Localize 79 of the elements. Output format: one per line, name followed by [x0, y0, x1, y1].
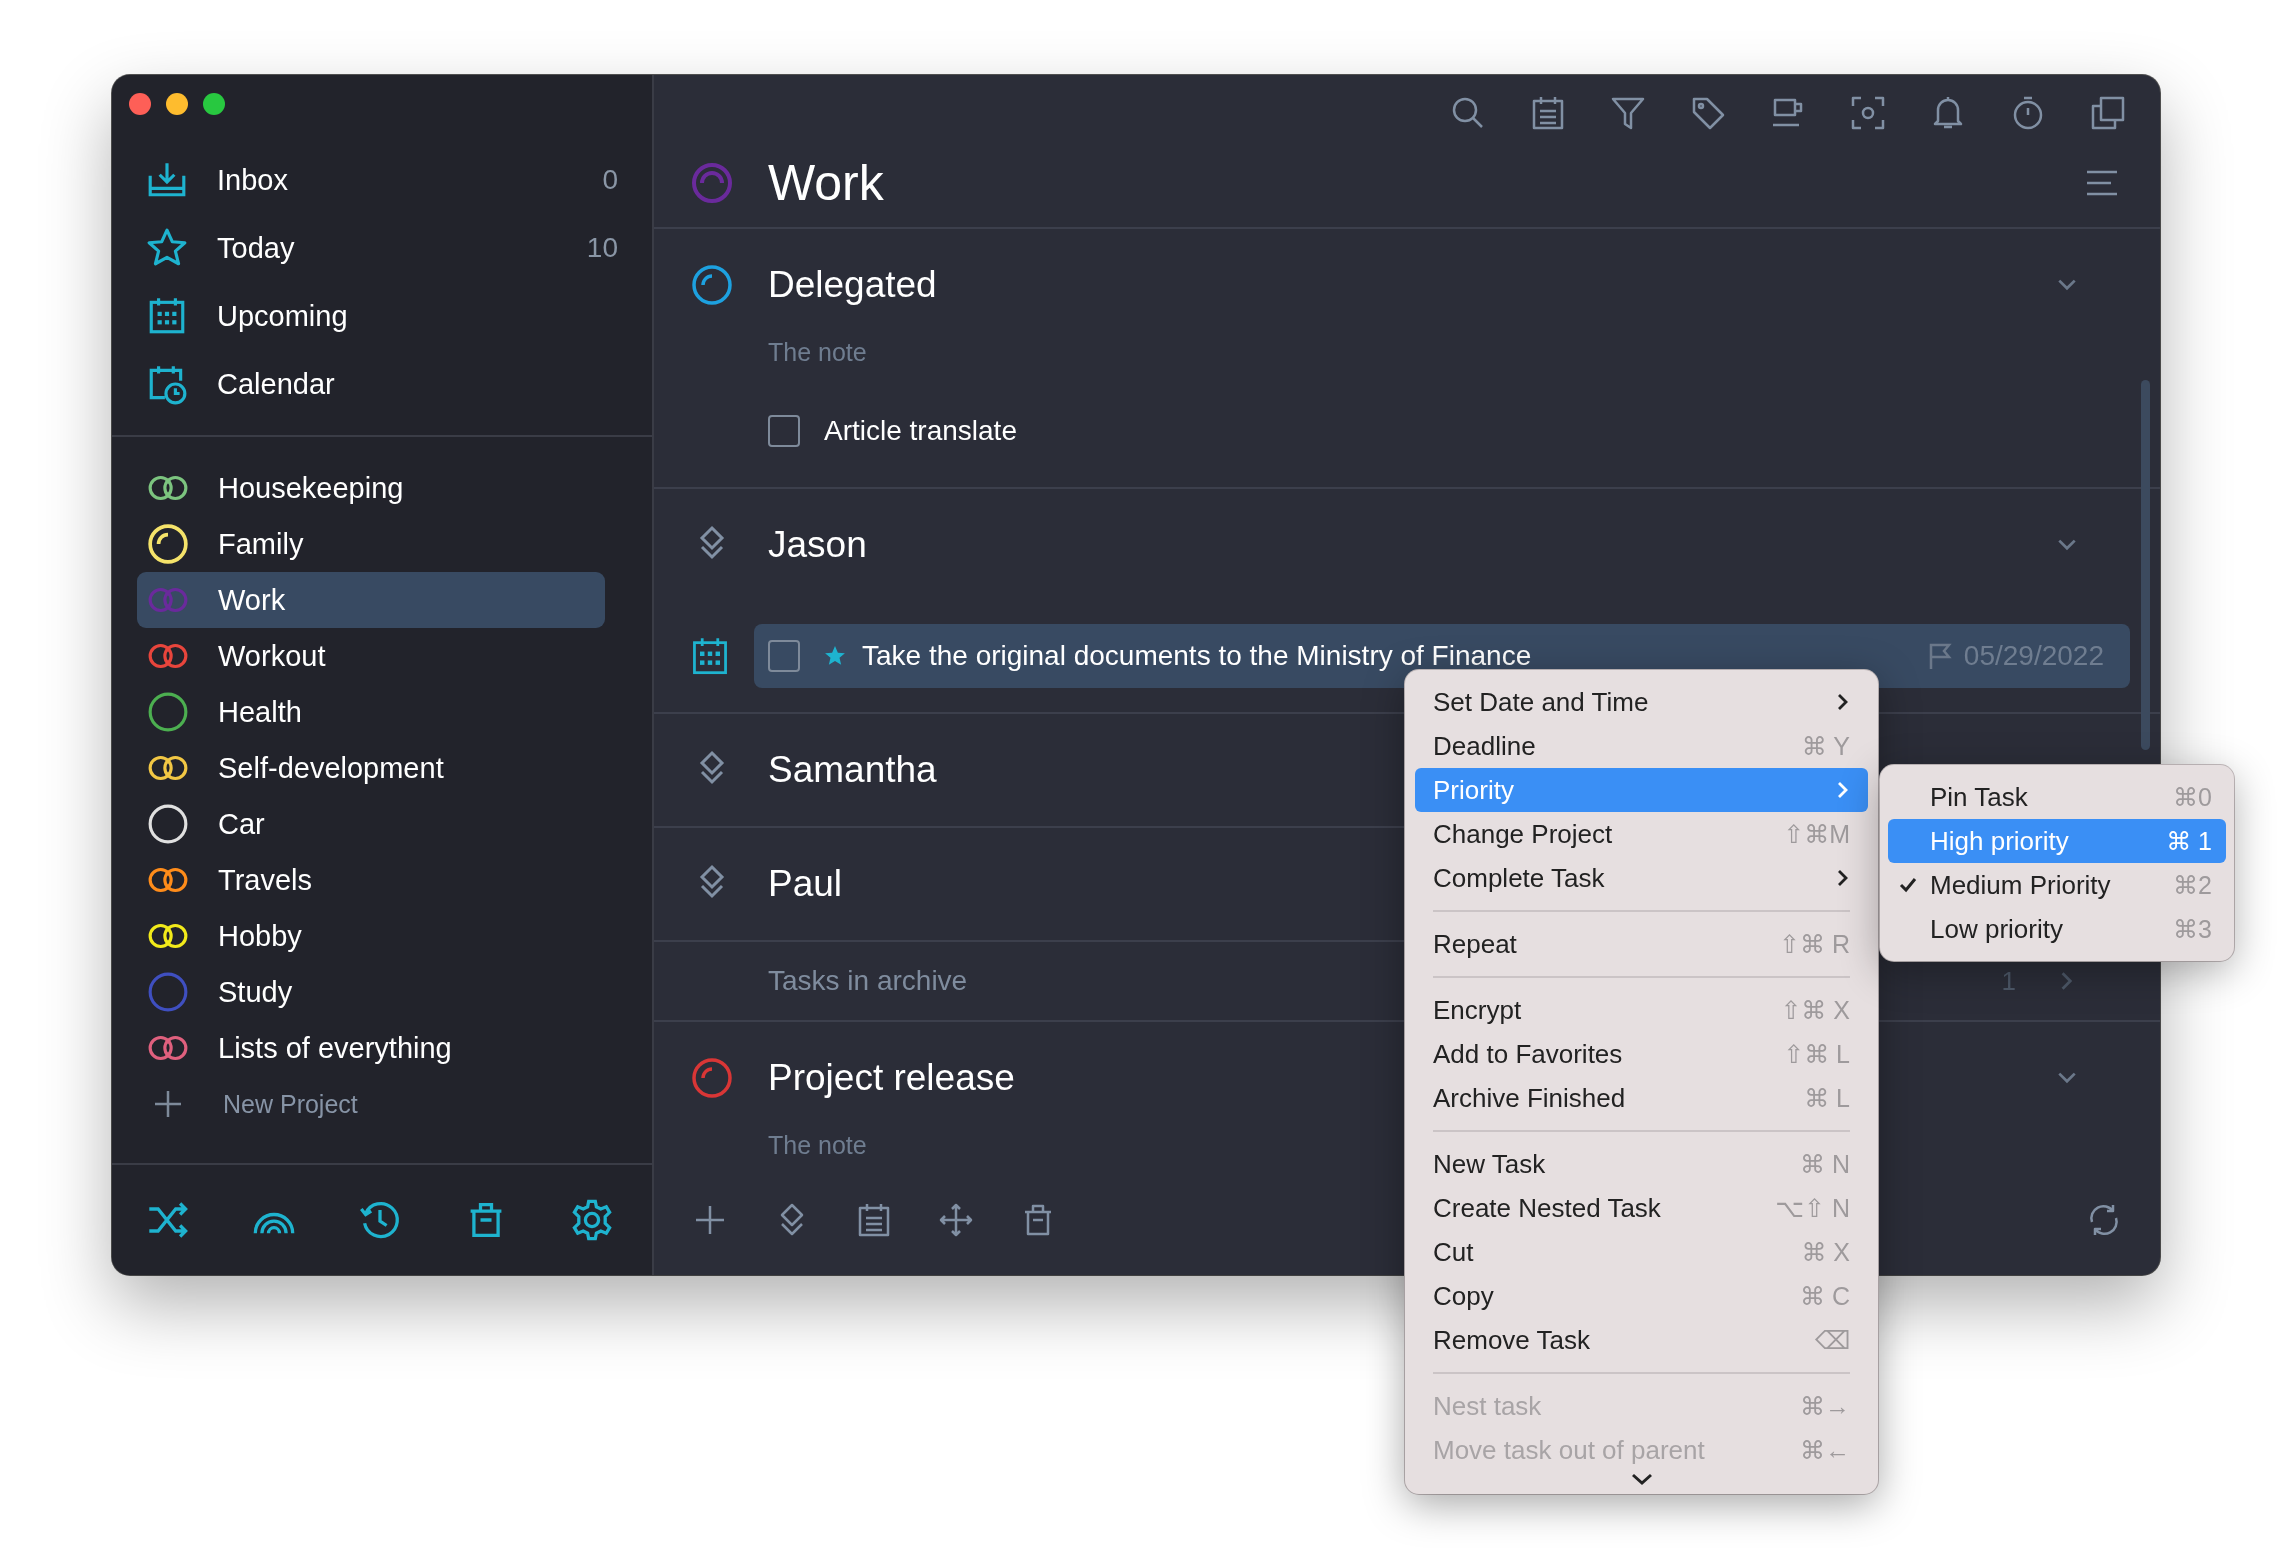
shortcut-hint: ⇧⌘ X: [1780, 995, 1850, 1025]
project-item[interactable]: Travels: [137, 852, 605, 908]
menu-item[interactable]: Copy ⌘ C: [1415, 1274, 1868, 1318]
project-item[interactable]: Family: [137, 516, 605, 572]
archive-link[interactable]: Tasks in archive: [768, 965, 968, 997]
shortcut-hint: ⌘3: [2173, 914, 2212, 944]
shortcut-hint: ⌘0: [2173, 782, 2212, 812]
close-button[interactable]: [129, 93, 151, 115]
shortcut-hint: ⌥⇧ N: [1775, 1193, 1850, 1223]
item-count: 10: [586, 232, 618, 264]
project-item[interactable]: Health: [137, 684, 605, 740]
tag-icon[interactable]: [1690, 95, 1726, 131]
section-title: Project release: [768, 1057, 1015, 1099]
nav-item[interactable]: Today: [217, 231, 587, 265]
settings-icon[interactable]: [570, 1198, 614, 1242]
project-item[interactable]: Housekeeping: [137, 460, 605, 516]
scrollbar[interactable]: [2141, 380, 2150, 750]
menu-item[interactable]: Pin Task ⌘0: [1888, 775, 2226, 819]
copy-icon[interactable]: [2090, 95, 2126, 131]
section-note: The note: [768, 337, 867, 367]
shortcut-hint: ⌘ N: [1800, 1149, 1850, 1179]
section-title: Paul: [768, 863, 843, 905]
checkbox[interactable]: [768, 415, 800, 447]
project-item[interactable]: Self-development: [137, 740, 605, 796]
nav-item[interactable]: Calendar: [217, 367, 618, 401]
project-item[interactable]: Work: [137, 572, 605, 628]
page-title: Work: [768, 154, 884, 212]
section-title: Delegated: [768, 264, 937, 306]
shortcut-hint: ⌘ 1: [2166, 826, 2212, 856]
menu-item[interactable]: Remove Task ⌫: [1415, 1318, 1868, 1362]
zoom-button[interactable]: [203, 93, 225, 115]
shortcut-hint: ⌫: [1814, 1325, 1850, 1355]
section-title: Samantha: [768, 749, 937, 791]
project-item[interactable]: Hobby: [137, 908, 605, 964]
move-icon[interactable]: [938, 1202, 974, 1238]
shortcut-hint: ⌘→: [1800, 1391, 1850, 1421]
menu-item[interactable]: Archive Finished ⌘ L: [1415, 1076, 1868, 1120]
ring-icon: [690, 161, 734, 205]
section-note: The note: [768, 1130, 867, 1160]
menu-item[interactable]: Change Project ⇧⌘M: [1415, 812, 1868, 856]
shortcut-hint: ⌘2: [2173, 870, 2212, 900]
project-item[interactable]: Lists of everything: [137, 1020, 605, 1076]
task-title: Article translate: [824, 415, 1018, 447]
menu-item[interactable]: Repeat ⇧⌘ R: [1415, 922, 1868, 966]
section-title: Jason: [768, 524, 867, 566]
nav-item[interactable]: Upcoming: [217, 299, 618, 333]
filter-icon[interactable]: [1610, 95, 1646, 131]
task-row[interactable]: Article translate: [754, 399, 2130, 463]
shortcut-hint: ⇧⌘ R: [1779, 929, 1850, 959]
plus-icon: [153, 1089, 183, 1119]
shortcut-hint: ⌘ Y: [1801, 731, 1850, 761]
minimize-button[interactable]: [166, 93, 188, 115]
menu-item[interactable]: Low priority ⌘3: [1888, 907, 2226, 951]
menu-item[interactable]: Create Nested Task ⌥⇧ N: [1415, 1186, 1868, 1230]
shortcut-hint: ⇧⌘ L: [1783, 1039, 1850, 1069]
flag-icon: [1927, 642, 1952, 670]
shortcut-hint: ⇧⌘M: [1783, 819, 1850, 849]
checkbox[interactable]: [768, 640, 800, 672]
nav-item[interactable]: Inbox: [217, 163, 603, 197]
menu-item[interactable]: Add to Favorites ⇧⌘ L: [1415, 1032, 1868, 1076]
shortcut-hint: ⌘ X: [1801, 1237, 1850, 1267]
item-count: 0: [602, 164, 618, 196]
shortcut-hint: ⌘ L: [1804, 1083, 1850, 1113]
project-item[interactable]: Study: [137, 964, 605, 1020]
menu-item[interactable]: Medium Priority ⌘2: [1888, 863, 2226, 907]
menu-item[interactable]: Deadline ⌘ Y: [1415, 724, 1868, 768]
project-item[interactable]: Car: [137, 796, 605, 852]
new-project-link[interactable]: New Project: [223, 1089, 358, 1119]
menu-item[interactable]: New Task ⌘ N: [1415, 1142, 1868, 1186]
focus-icon[interactable]: [1850, 95, 1886, 131]
shortcut-hint: ⌘←: [1800, 1435, 1850, 1465]
project-item[interactable]: Workout: [137, 628, 605, 684]
menu-item[interactable]: Complete Task: [1415, 856, 1868, 900]
task-title: Take the original documents to the Ministry of Finance: [862, 640, 1533, 672]
menu-item[interactable]: Encrypt ⇧⌘ X: [1415, 988, 1868, 1032]
menu-item[interactable]: Cut ⌘ X: [1415, 1230, 1868, 1274]
shortcut-hint: ⌘ C: [1800, 1281, 1850, 1311]
calendar-icon[interactable]: [856, 1202, 892, 1238]
calendar-icon[interactable]: [1530, 95, 1566, 131]
